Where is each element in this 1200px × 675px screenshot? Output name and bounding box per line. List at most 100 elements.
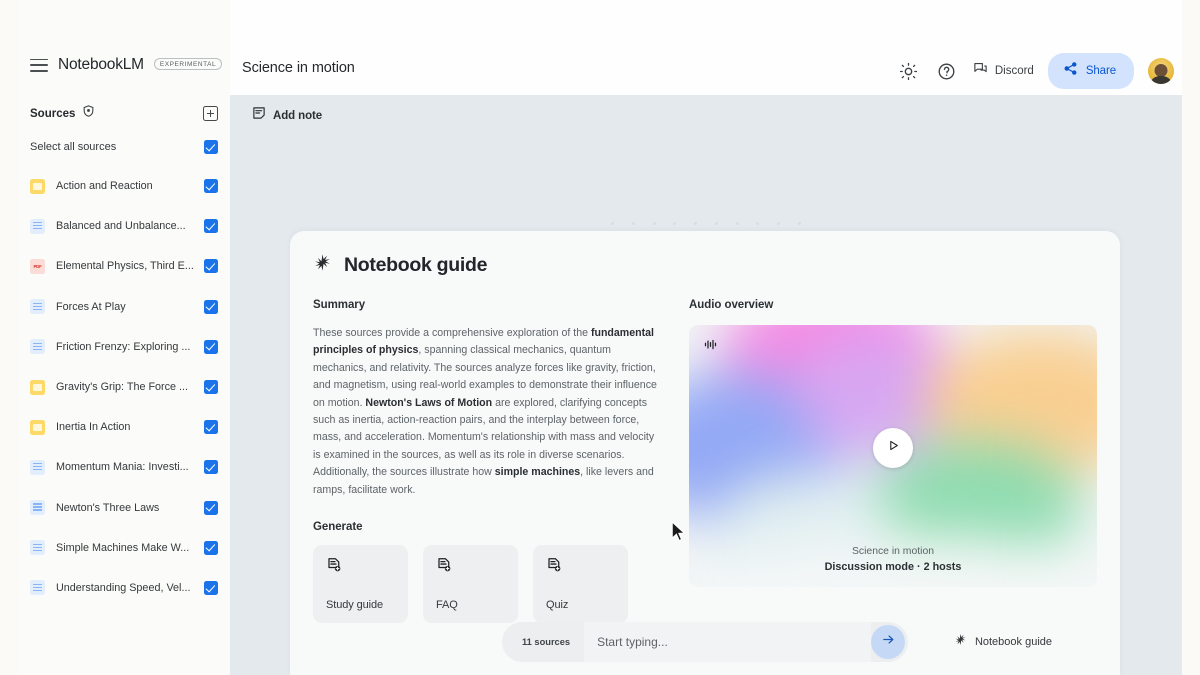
top-bar-actions: Discord Share — [897, 53, 1174, 89]
chat-composer[interactable]: 11 sources — [502, 622, 908, 662]
source-name: Newton's Three Laws — [56, 501, 160, 514]
select-all-sources-row[interactable]: Select all sources — [18, 140, 230, 154]
audio-subtitle: Discussion mode · 2 hosts — [824, 561, 962, 573]
play-icon — [887, 439, 900, 457]
summary-text: These sources provide a comprehensive ex… — [313, 325, 659, 499]
note-add-icon — [252, 106, 266, 125]
notebook-guide-header: Notebook guide — [290, 231, 1120, 277]
select-all-checkbox[interactable] — [204, 140, 218, 154]
discord-button[interactable]: Discord — [973, 61, 1034, 81]
source-list-item[interactable]: Understanding Speed, Vel... — [30, 568, 218, 608]
audio-overview-player[interactable]: Science in motion Discussion mode · 2 ho… — [689, 325, 1097, 587]
sparkle-star-icon — [954, 633, 967, 651]
audio-metadata: Science in motion Discussion mode · 2 ho… — [689, 546, 1097, 573]
source-name: Action and Reaction — [56, 180, 153, 193]
source-name: Momentum Mania: Investi... — [56, 461, 189, 474]
notebook-guide-card: Notebook guide Summary These sources pro… — [290, 231, 1120, 675]
doc-icon — [30, 500, 45, 516]
generate-label: Generate — [313, 521, 363, 534]
source-checkbox[interactable] — [204, 259, 218, 274]
share-label: Share — [1085, 65, 1116, 77]
sources-label: Sources — [30, 107, 76, 120]
share-button[interactable]: Share — [1047, 53, 1134, 89]
summary-column: Summary These sources provide a comprehe… — [313, 299, 659, 624]
source-checkbox[interactable] — [204, 179, 218, 194]
source-checkbox[interactable] — [204, 299, 218, 314]
source-name: Simple Machines Make W... — [56, 541, 190, 554]
notebook-guide-title: Notebook guide — [344, 253, 488, 276]
sheet-icon — [30, 419, 45, 435]
doc-icon — [30, 459, 45, 475]
content-canvas: Add note Notebook guide Summary These so… — [230, 95, 1182, 675]
audio-overview-column: Audio overview Science in motion Discuss… — [689, 299, 1097, 623]
add-note-button[interactable]: Add note — [252, 106, 322, 125]
select-all-label: Select all sources — [30, 141, 117, 153]
play-button[interactable] — [873, 428, 913, 469]
sidebar-header: NotebookLM EXPERIMENTAL — [18, 0, 230, 74]
send-button[interactable] — [871, 625, 905, 659]
doc-icon — [30, 580, 45, 596]
add-source-button[interactable] — [203, 106, 218, 121]
source-list-item[interactable]: Balanced and Unbalance... — [30, 206, 218, 246]
source-list-item[interactable]: Elemental Physics, Third E... — [30, 246, 218, 286]
hamburger-menu-icon[interactable] — [30, 58, 48, 72]
shield-icon — [82, 104, 95, 123]
arrow-right-icon — [881, 632, 896, 652]
source-list-item[interactable]: Simple Machines Make W... — [30, 528, 218, 568]
source-checkbox[interactable] — [204, 460, 218, 475]
source-checkbox[interactable] — [204, 540, 218, 555]
sidebar: NotebookLM EXPERIMENTAL Sources Select a… — [18, 0, 230, 675]
source-name: Forces At Play — [56, 300, 126, 313]
audio-overview-label: Audio overview — [689, 299, 774, 311]
sources-header: Sources — [18, 104, 230, 123]
share-icon — [1063, 61, 1078, 81]
pdf-icon — [30, 258, 45, 274]
source-list-item[interactable]: Forces At Play — [30, 287, 218, 327]
doc-add-icon — [546, 557, 562, 578]
source-name: Elemental Physics, Third E... — [56, 260, 194, 273]
chat-input[interactable] — [584, 622, 871, 662]
summary-label: Summary — [313, 299, 366, 311]
experimental-badge: EXPERIMENTAL — [153, 57, 223, 71]
source-list-item[interactable]: Newton's Three Laws — [30, 488, 218, 528]
source-name: Inertia In Action — [56, 421, 131, 434]
source-name: Balanced and Unbalance... — [56, 220, 186, 233]
notebook-guide-chip[interactable]: Notebook guide — [954, 633, 1052, 651]
sparkle-star-icon — [313, 253, 332, 277]
source-list-item[interactable]: Momentum Mania: Investi... — [30, 447, 218, 487]
notebook-guide-chip-label: Notebook guide — [974, 636, 1052, 648]
help-circle-icon[interactable] — [935, 59, 959, 83]
sources-count-chip: 11 sources — [522, 637, 571, 647]
discord-label: Discord — [994, 65, 1034, 77]
avatar-head — [1154, 63, 1168, 77]
source-checkbox[interactable] — [204, 380, 218, 395]
summary-bold-3: simple machines — [494, 466, 581, 479]
user-avatar[interactable] — [1148, 58, 1174, 84]
source-list-item[interactable]: Inertia In Action — [30, 407, 218, 447]
source-list-item[interactable]: Gravity's Grip: The Force ... — [30, 367, 218, 407]
source-checkbox[interactable] — [204, 339, 218, 354]
doc-icon — [30, 339, 45, 355]
source-checkbox[interactable] — [204, 420, 218, 435]
page-title: Science in motion — [242, 60, 355, 76]
source-name: Understanding Speed, Vel... — [56, 581, 191, 594]
drag-handle-dots[interactable] — [611, 222, 801, 228]
source-checkbox[interactable] — [204, 580, 218, 595]
source-checkbox[interactable] — [204, 219, 218, 234]
brightness-icon[interactable] — [897, 59, 921, 83]
waveform-icon[interactable] — [703, 337, 718, 357]
doc-icon — [30, 218, 45, 234]
bottom-bar: 11 sources Start typing... Notebook guid… — [290, 609, 1120, 675]
notebook-guide-body: Summary These sources provide a comprehe… — [290, 277, 1120, 624]
audio-title: Science in motion — [851, 546, 934, 557]
main-panel: Science in motion Discord Share Add note… — [230, 0, 1182, 675]
source-list-item[interactable]: Friction Frenzy: Exploring ... — [30, 327, 218, 367]
top-bar: Science in motion Discord Share — [230, 0, 1182, 95]
notebooklm-app: NotebookLM EXPERIMENTAL Sources Select a… — [0, 0, 1200, 675]
source-list: Action and Reaction Balanced and Unbalanc… — [18, 166, 230, 608]
sheet-icon — [30, 178, 45, 194]
source-checkbox[interactable] — [204, 500, 218, 515]
source-list-item[interactable]: Action and Reaction — [30, 166, 218, 206]
doc-icon — [30, 299, 45, 315]
add-note-label: Add note — [273, 109, 323, 122]
